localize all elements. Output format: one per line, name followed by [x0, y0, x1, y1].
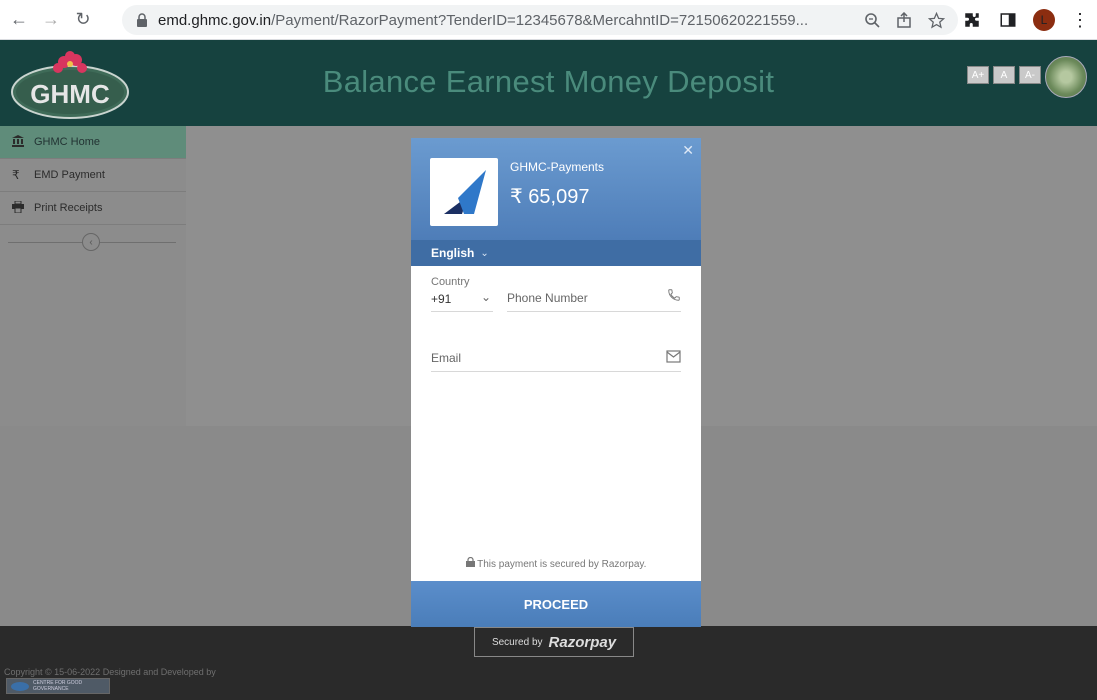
sidebar-item-label: Print Receipts: [34, 202, 103, 214]
chevron-down-icon[interactable]: ⌄: [481, 290, 491, 304]
country-label: Country: [431, 276, 470, 288]
email-input[interactable]: Email: [431, 351, 461, 365]
secure-note-text: This payment is secured by Razorpay.: [477, 559, 647, 570]
zoom-icon[interactable]: [862, 10, 882, 30]
url-text: emd.ghmc.gov.in/Payment/RazorPayment?Ten…: [158, 11, 809, 29]
browser-toolbar: ← → ↻ emd.ghmc.gov.in/Payment/RazorPayme…: [0, 0, 1097, 40]
rupee-icon: ₹: [12, 168, 20, 182]
secure-note: This payment is secured by Razorpay.: [411, 556, 701, 570]
page-title: Balance Earnest Money Deposit: [322, 64, 775, 99]
language-selector[interactable]: English ⌄: [411, 240, 701, 266]
merchant-logo: [430, 158, 498, 226]
address-bar[interactable]: emd.ghmc.gov.in/Payment/RazorPayment?Ten…: [122, 5, 958, 35]
bank-icon: [12, 134, 28, 150]
sidebar: GHMC Home ₹ EMD Payment Print Receipts ‹: [0, 126, 186, 426]
kebab-menu-icon[interactable]: ⋮: [1069, 9, 1091, 31]
share-icon[interactable]: [894, 10, 914, 30]
copyright-text: Copyright © 15-06-2022 Designed and Deve…: [4, 667, 216, 677]
extensions-puzzle-icon[interactable]: [961, 9, 983, 31]
reload-icon[interactable]: ↻: [70, 7, 96, 33]
chevron-down-icon: ⌄: [480, 247, 489, 259]
sidebar-item-label: GHMC Home: [34, 136, 101, 148]
razorpay-wordmark: Razorpay: [548, 633, 617, 651]
sidebar-item-emd-payment[interactable]: ₹ EMD Payment: [0, 159, 186, 192]
secured-by-razorpay-badge: Secured by Razorpay: [474, 627, 634, 657]
close-icon[interactable]: ✕: [682, 142, 694, 159]
modal-header: GHMC-Payments ₹ 65,097 ✕: [411, 138, 701, 240]
country-code-select[interactable]: +91: [431, 292, 451, 306]
sidebar-item-print-receipts[interactable]: Print Receipts: [0, 192, 186, 225]
modal-body: Country +91 ⌄ Phone Number Email This pa…: [411, 266, 701, 581]
font-increase-button[interactable]: A+: [967, 66, 989, 84]
razorpay-checkout-modal: GHMC-Payments ₹ 65,097 ✕ English ⌄ Count…: [411, 138, 701, 627]
proceed-button[interactable]: PROCEED: [411, 581, 701, 627]
printer-icon: [12, 200, 28, 216]
font-decrease-button[interactable]: A-: [1019, 66, 1041, 84]
padlock-icon: [465, 556, 478, 570]
sidebar-item-label: EMD Payment: [34, 169, 105, 181]
state-emblem-icon: [1045, 56, 1087, 98]
cgg-logo: CENTRE FOR GOOD GOVERNANCE: [6, 678, 110, 694]
sidebar-item-ghmc-home[interactable]: GHMC Home: [0, 126, 186, 159]
secured-by-text: Secured by: [491, 636, 543, 648]
envelope-icon: [666, 350, 681, 363]
language-label: English: [431, 246, 475, 260]
lock-icon: [136, 13, 150, 27]
phone-icon: [667, 288, 681, 302]
phone-number-input[interactable]: Phone Number: [507, 291, 588, 305]
back-arrow-icon[interactable]: ←: [6, 7, 32, 33]
sidebar-collapse: ‹: [0, 230, 176, 254]
collapse-chevron-icon[interactable]: ‹: [82, 233, 100, 251]
payment-amount: ₹ 65,097: [510, 186, 590, 208]
site-footer: Secured by Razorpay Copyright © 15-06-20…: [0, 626, 1097, 700]
site-header: GHMC Balance Earnest Money Deposit A+ A …: [0, 40, 1097, 126]
side-panel-icon[interactable]: [997, 9, 1019, 31]
font-reset-button[interactable]: A: [993, 66, 1015, 84]
cgg-logo-text: CENTRE FOR GOOD GOVERNANCE: [33, 680, 83, 692]
forward-arrow-icon[interactable]: →: [38, 7, 64, 33]
bookmark-star-icon[interactable]: [926, 10, 946, 30]
merchant-name: GHMC-Payments: [510, 160, 605, 174]
profile-avatar[interactable]: L: [1033, 9, 1055, 31]
